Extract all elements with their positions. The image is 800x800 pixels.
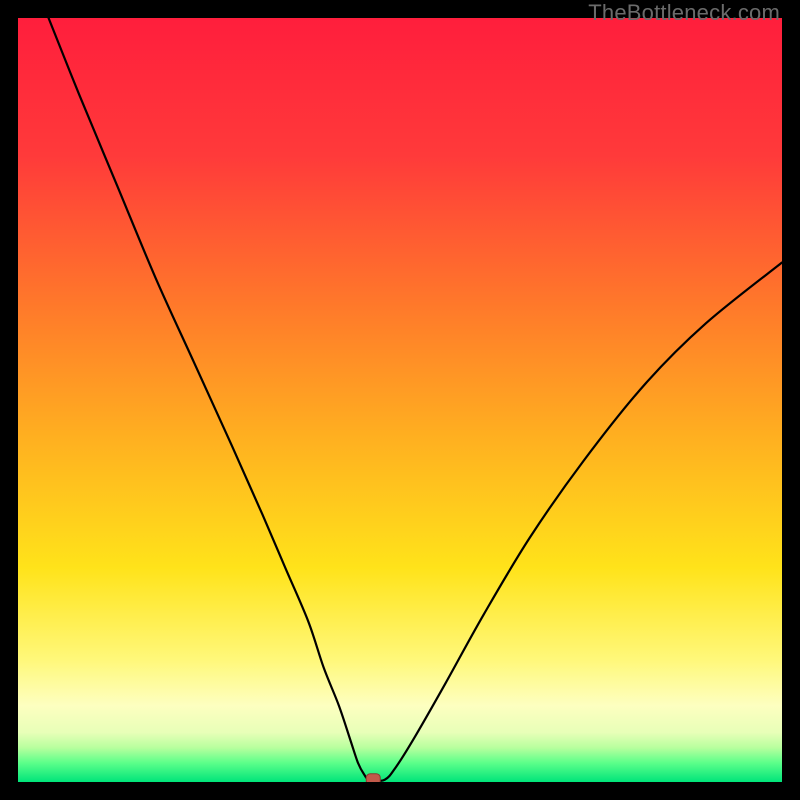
bottleneck-chart [18, 18, 782, 782]
optimal-marker [366, 774, 380, 782]
watermark-text: TheBottleneck.com [588, 0, 780, 26]
chart-frame [18, 18, 782, 782]
chart-background [18, 18, 782, 782]
